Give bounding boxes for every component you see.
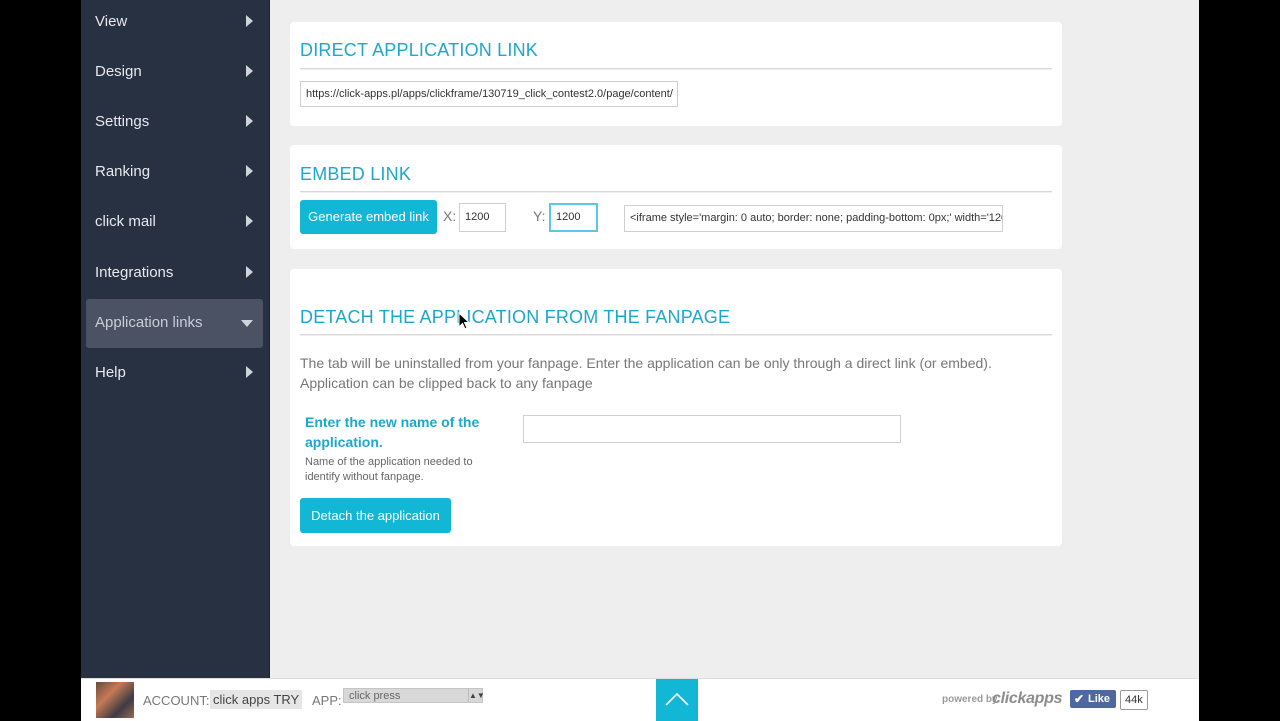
sidebar-item-settings[interactable]: Settings xyxy=(86,98,263,147)
detach-description-line: The tab will be uninstalled from your fa… xyxy=(300,355,992,371)
sidebar-item-click-mail[interactable]: click mail xyxy=(86,198,263,247)
embed-code-field[interactable]: <iframe style='margin: 0 auto; border: n… xyxy=(624,205,1003,232)
clickapps-logo[interactable]: clickapps xyxy=(992,690,1063,708)
app-select-value: click press xyxy=(349,690,401,702)
direct-link-title: DIRECT APPLICATION LINK xyxy=(300,40,538,60)
generate-embed-link-button[interactable]: Generate embed link xyxy=(300,200,437,234)
embed-width-input[interactable]: 1200 xyxy=(459,203,506,232)
detach-title: DETACH THE APPLICATION FROM THE FANPAGE xyxy=(300,307,731,327)
app-frame: View Design Settings Ranking click mail … xyxy=(81,0,1199,721)
mouse-cursor-icon xyxy=(458,312,471,330)
sidebar-item-design[interactable]: Design xyxy=(86,48,263,97)
sidebar-item-label: Design xyxy=(95,63,142,80)
updown-arrows-icon: ▲▼ xyxy=(468,689,485,702)
new-name-label-line: Enter the new name of the xyxy=(305,414,480,430)
chevron-right-icon xyxy=(246,266,253,278)
sidebar-item-label: click mail xyxy=(95,213,156,230)
like-count: 44k xyxy=(1120,690,1148,710)
detach-description: The tab will be uninstalled from your fa… xyxy=(300,353,992,393)
sidebar-item-ranking[interactable]: Ranking xyxy=(86,148,263,197)
chevron-up-icon xyxy=(665,692,689,706)
direct-link-panel: DIRECT APPLICATION LINK https://click-ap… xyxy=(290,22,1062,126)
facebook-like-button[interactable]: ✔ Like xyxy=(1070,690,1116,708)
app-select[interactable]: click press ▲▼ xyxy=(343,688,485,703)
new-name-input[interactable] xyxy=(523,415,901,443)
account-label: ACCOUNT: xyxy=(143,693,210,708)
chevron-right-icon xyxy=(246,366,253,378)
like-label: Like xyxy=(1088,693,1111,705)
chevron-right-icon xyxy=(246,165,253,177)
embed-link-panel: EMBED LINK Generate embed link X: 1200 Y… xyxy=(290,145,1062,249)
sidebar-item-help[interactable]: Help xyxy=(86,349,263,398)
scroll-top-button[interactable] xyxy=(656,679,698,721)
sidebar-item-application-links[interactable]: Application links xyxy=(86,299,263,348)
embed-link-title: EMBED LINK xyxy=(300,164,412,184)
divider xyxy=(300,191,1052,193)
avatar[interactable] xyxy=(96,682,134,718)
divider xyxy=(300,68,1052,70)
detach-description-line: Application can be clipped back to any f… xyxy=(300,375,593,391)
chevron-right-icon xyxy=(246,15,253,27)
new-name-help-line: identify without fanpage. xyxy=(305,471,424,483)
chevron-down-icon xyxy=(241,320,253,327)
app-label: APP: xyxy=(312,693,342,708)
embed-height-input[interactable]: 1200 xyxy=(549,203,598,232)
y-label: Y: xyxy=(533,208,546,224)
sidebar-item-label: Settings xyxy=(95,113,150,130)
account-value: click apps TRY xyxy=(210,690,303,709)
divider xyxy=(300,334,1052,336)
chevron-right-icon xyxy=(246,215,253,227)
x-label: X: xyxy=(443,208,457,224)
detach-panel: DETACH THE APPLICATION FROM THE FANPAGE … xyxy=(290,269,1062,546)
check-icon: ✔ xyxy=(1074,692,1085,706)
sidebar-item-label: Application links xyxy=(95,314,203,331)
sidebar-item-view[interactable]: View xyxy=(86,0,263,47)
main-content: DIRECT APPLICATION LINK https://click-ap… xyxy=(270,0,1199,678)
bottom-bar: ACCOUNT: click apps TRY APP: click press… xyxy=(81,678,1199,721)
chevron-right-icon xyxy=(246,115,253,127)
sidebar-item-label: Help xyxy=(95,364,126,381)
sidebar-item-label: View xyxy=(95,13,128,30)
sidebar-item-label: Integrations xyxy=(95,264,174,281)
new-name-label: Enter the new name of the application. xyxy=(305,412,479,452)
powered-by-label: powered by xyxy=(942,694,998,705)
new-name-label-line: application. xyxy=(305,434,383,450)
direct-link-url-field[interactable]: https://click-apps.pl/apps/clickframe/13… xyxy=(300,81,678,107)
new-name-help-line: Name of the application needed to xyxy=(305,456,473,468)
sidebar-item-integrations[interactable]: Integrations xyxy=(86,249,263,298)
new-name-help: Name of the application needed to identi… xyxy=(305,455,473,485)
sidebar-item-label: Ranking xyxy=(95,163,151,180)
detach-application-button[interactable]: Detach the application xyxy=(300,498,451,533)
sidebar: View Design Settings Ranking click mail … xyxy=(81,0,270,678)
chevron-right-icon xyxy=(246,65,253,77)
